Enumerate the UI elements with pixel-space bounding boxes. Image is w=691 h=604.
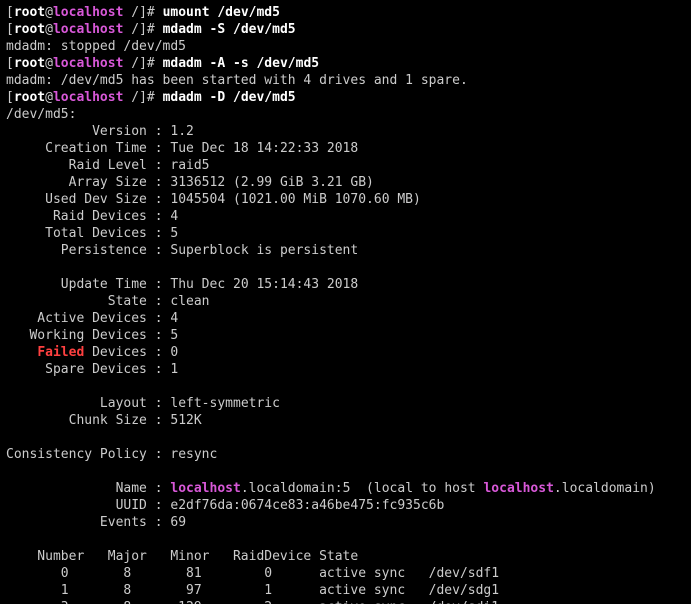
prompt-path: /]# — [123, 5, 162, 20]
v-spare-devices: 1 — [170, 362, 178, 377]
prompt-at: @ — [45, 90, 53, 105]
prompt-path: /]# — [123, 22, 162, 37]
v-name-host2: localhost — [483, 481, 553, 496]
out-stopped: mdadm: stopped /dev/md5 — [6, 39, 186, 54]
prompt-at: @ — [45, 56, 53, 71]
v-creation-time: Tue Dec 18 14:22:33 2018 — [170, 141, 358, 156]
v-persistence: Superblock is persistent — [170, 243, 358, 258]
k-uuid: UUID : — [6, 498, 170, 513]
k-persistence: Persistence : — [6, 243, 170, 258]
v-state: clean — [170, 294, 209, 309]
prompt-bracket: [ — [6, 90, 14, 105]
k-update-time: Update Time : — [6, 277, 170, 292]
prompt-path: /]# — [123, 90, 162, 105]
prompt-user: root — [14, 90, 45, 105]
prompt-bracket: [ — [6, 5, 14, 20]
prompt-bracket: [ — [6, 22, 14, 37]
v-version: 1.2 — [170, 124, 193, 139]
device-row: 1 8 97 1 active sync /dev/sdg1 — [6, 583, 499, 598]
k-creation-time: Creation Time : — [6, 141, 170, 156]
device-table-header: Number Major Minor RaidDevice State — [6, 549, 358, 564]
v-layout: left-symmetric — [170, 396, 280, 411]
prompt-user: root — [14, 22, 45, 37]
v-uuid: e2df76da:0674ce83:a46be475:fc935c6b — [170, 498, 444, 513]
v-name-host: localhost — [170, 481, 240, 496]
v-events: 69 — [170, 515, 186, 530]
cmd-mdadm-detail: mdadm -D /dev/md5 — [163, 90, 296, 105]
k-failed-pre — [6, 345, 37, 360]
cmd-umount: umount /dev/md5 — [163, 5, 280, 20]
v-working-devices: 5 — [170, 328, 178, 343]
v-failed-devices: 0 — [170, 345, 178, 360]
k-raid-level: Raid Level : — [6, 158, 170, 173]
k-version: Version : — [6, 124, 170, 139]
terminal[interactable]: [root@localhost /]# umount /dev/md5 [roo… — [0, 0, 691, 604]
k-spare-devices: Spare Devices : — [6, 362, 170, 377]
cmd-mdadm-stop: mdadm -S /dev/md5 — [163, 22, 296, 37]
device-row: 0 8 81 0 active sync /dev/sdf1 — [6, 566, 499, 581]
failed-label: Failed — [37, 345, 84, 360]
v-array-size: 3136512 (2.99 GiB 3.21 GB) — [170, 175, 374, 190]
v-name-rest1: .localdomain:5 (local to host — [241, 481, 484, 496]
prompt-host: localhost — [53, 5, 123, 20]
v-name-rest2: .localdomain) — [554, 481, 656, 496]
prompt-path: /]# — [123, 56, 162, 71]
v-update-time: Thu Dec 20 15:14:43 2018 — [170, 277, 358, 292]
cmd-mdadm-assemble: mdadm -A -s /dev/md5 — [163, 56, 320, 71]
device-row: 3 8 129 2 active sync /dev/sdi1 — [6, 600, 499, 604]
v-raid-devices: 4 — [170, 209, 178, 224]
k-state: State : — [6, 294, 170, 309]
v-consistency-policy: resync — [170, 447, 217, 462]
v-total-devices: 5 — [170, 226, 178, 241]
v-raid-level: raid5 — [170, 158, 209, 173]
v-chunk-size: 512K — [170, 413, 201, 428]
v-used-dev-size: 1045504 (1021.00 MiB 1070.60 MB) — [170, 192, 420, 207]
k-active-devices: Active Devices : — [6, 311, 170, 326]
k-layout: Layout : — [6, 396, 170, 411]
k-used-dev-size: Used Dev Size : — [6, 192, 170, 207]
k-chunk-size: Chunk Size : — [6, 413, 170, 428]
prompt-user: root — [14, 5, 45, 20]
prompt-user: root — [14, 56, 45, 71]
k-name: Name : — [6, 481, 170, 496]
k-consistency-policy: Consistency Policy : — [6, 447, 170, 462]
prompt-at: @ — [45, 22, 53, 37]
v-active-devices: 4 — [170, 311, 178, 326]
prompt-host: localhost — [53, 22, 123, 37]
prompt-host: localhost — [53, 90, 123, 105]
prompt-host: localhost — [53, 56, 123, 71]
detail-header: /dev/md5: — [6, 107, 76, 122]
k-events: Events : — [6, 515, 170, 530]
k-total-devices: Total Devices : — [6, 226, 170, 241]
k-failed-rest: Devices : — [84, 345, 170, 360]
k-array-size: Array Size : — [6, 175, 170, 190]
k-raid-devices: Raid Devices : — [6, 209, 170, 224]
out-started: mdadm: /dev/md5 has been started with 4 … — [6, 73, 468, 88]
prompt-bracket: [ — [6, 56, 14, 71]
k-working-devices: Working Devices : — [6, 328, 170, 343]
prompt-at: @ — [45, 5, 53, 20]
